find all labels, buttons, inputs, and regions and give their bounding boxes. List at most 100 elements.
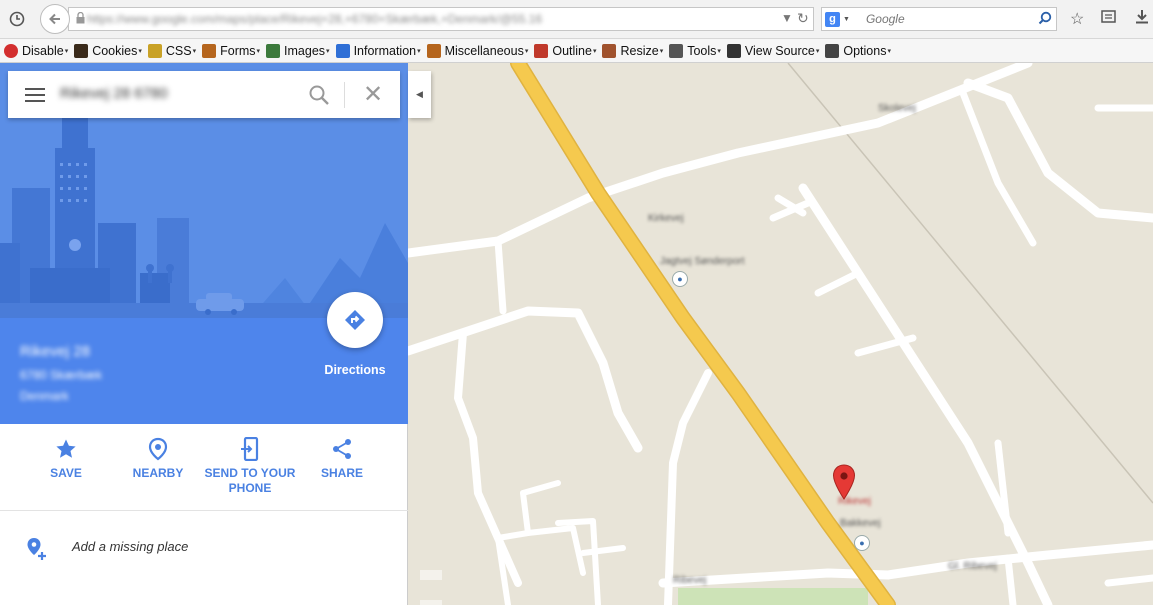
share-icon: [296, 436, 388, 462]
history-icon[interactable]: [4, 7, 30, 31]
add-place-icon: [26, 537, 48, 564]
information-icon: [335, 43, 350, 58]
options-icon: [825, 43, 840, 58]
map-canvas[interactable]: Jagtvej Sønderport Rikevej Bakkevej Skol…: [408, 63, 1153, 605]
collapse-panel-button[interactable]: ◀: [408, 71, 431, 118]
dropdown-caret-icon: ▾: [326, 47, 330, 55]
browser-nav-bar: https://www.google.com/maps/place/Rikeve…: [0, 0, 1153, 39]
toolbar-menu-forms[interactable]: Forms ▾: [202, 43, 261, 58]
dropdown-caret-icon: ▾: [524, 47, 529, 55]
back-button[interactable]: [40, 4, 70, 34]
map-label: Skolevej: [878, 103, 916, 114]
reading-list-icon[interactable]: [1101, 9, 1116, 29]
minor-roads: [408, 63, 1153, 605]
dropdown-caret-icon: ▾: [592, 47, 597, 55]
nearby-pin-icon: [112, 436, 204, 462]
disable-icon: [4, 43, 18, 58]
send-to-phone-button[interactable]: SEND TO YOUR PHONE: [204, 436, 296, 496]
toolbar-menu-resize[interactable]: Resize ▾: [602, 43, 664, 58]
miscellaneous-icon: [426, 43, 441, 58]
engine-caret-icon[interactable]: ▼: [843, 16, 850, 23]
close-icon[interactable]: ✕: [363, 80, 383, 109]
chevron-left-icon: ◀: [416, 89, 423, 99]
map-label: Gl. Ribevej: [948, 561, 997, 572]
toolbar-menu-label: Information: [353, 43, 417, 58]
dropdown-caret-icon: ▾: [256, 47, 261, 55]
toolbar-menu-outline[interactable]: Outline ▾: [534, 43, 597, 58]
dropdown-caret-icon: ▾: [887, 47, 891, 55]
address-line-2: 6780 Skærbæk: [20, 368, 103, 382]
toolbar-menu-label: View Source: [744, 43, 815, 58]
toolbar-menu-label: Resize: [620, 43, 659, 58]
map-building: [420, 600, 442, 605]
search-icon[interactable]: [308, 84, 330, 109]
toolbar-menu-label: Miscellaneous: [444, 43, 524, 58]
add-missing-place-label[interactable]: Add a missing place: [72, 539, 188, 554]
toolbar-menu-label: CSS: [165, 43, 192, 58]
place-panel: Rikevej 28 6780 ✕ ◀ Directions Rikevej 2…: [0, 63, 431, 605]
toolbar-menu-label: Forms: [220, 43, 256, 58]
directions-button[interactable]: [327, 292, 383, 348]
dropdown-caret-icon: ▾: [717, 47, 721, 55]
share-button[interactable]: SHARE: [296, 436, 388, 481]
toolbar-menu-label: Disable: [22, 43, 64, 58]
dropdown-caret-icon: ▾: [417, 47, 421, 55]
menu-icon[interactable]: [25, 88, 45, 102]
shopping-bag-icon[interactable]: ●: [672, 271, 688, 287]
url-text: https://www.google.com/maps/place/Rikeve…: [87, 12, 543, 26]
toolbar-menu-cookies[interactable]: Cookies ▾: [74, 43, 142, 58]
directions-icon: [345, 310, 365, 330]
place-search-box[interactable]: Rikevej 28 6780 ✕: [8, 71, 400, 118]
send-to-phone-label: SEND TO YOUR PHONE: [204, 466, 296, 495]
forms-icon: [202, 43, 217, 58]
toolbar-menu-tools[interactable]: Tools ▾: [669, 43, 721, 58]
send-to-phone-icon: [204, 436, 296, 462]
dropdown-caret-icon: ▾: [64, 47, 69, 55]
css-icon: [147, 43, 162, 58]
url-bar[interactable]: https://www.google.com/maps/place/Rikeve…: [68, 7, 814, 31]
toolbar-menu-label: Outline: [552, 43, 592, 58]
shopping-bag-icon[interactable]: ●: [854, 535, 870, 551]
google-engine-icon[interactable]: g: [825, 11, 840, 27]
address-line-1: Rikevej 28: [20, 343, 91, 360]
toolbar-menu-information[interactable]: Information ▾: [335, 43, 421, 58]
nearby-button[interactable]: NEARBY: [112, 436, 204, 481]
toolbar-menu-disable[interactable]: Disable ▾: [4, 43, 69, 58]
toolbar-menu-options[interactable]: Options ▾: [825, 43, 891, 58]
add-missing-place-row[interactable]: Add a missing place: [0, 511, 408, 581]
toolbar-menu-view-source[interactable]: View Source ▾: [726, 43, 820, 58]
browser-search-field[interactable]: g ▼ Google: [821, 7, 1057, 31]
share-label: SHARE: [320, 466, 363, 480]
dropdown-caret-icon: ▾: [659, 47, 664, 55]
toolbar-menu-label: Cookies: [92, 43, 138, 58]
dropdown-chevron-icon[interactable]: ▼: [781, 11, 793, 25]
toolbar-menu-miscellaneous[interactable]: Miscellaneous ▾: [426, 43, 529, 58]
reload-icon[interactable]: ↻: [797, 10, 809, 27]
dropdown-caret-icon: ▾: [138, 47, 142, 55]
download-icon[interactable]: [1135, 9, 1149, 29]
outline-icon: [534, 43, 549, 58]
map-building: [420, 570, 442, 580]
toolbar-menu-label: Images: [284, 43, 326, 58]
directions-label[interactable]: Directions: [318, 363, 392, 377]
toolbar-menu-label: Options: [843, 43, 887, 58]
bookmark-star-icon[interactable]: ☆: [1070, 9, 1084, 29]
search-placeholder: Google: [865, 12, 905, 26]
images-icon: [266, 43, 281, 58]
nearby-label: NEARBY: [132, 466, 184, 480]
view-source-icon: [726, 43, 741, 58]
toolbar-menu-css[interactable]: CSS ▾: [147, 43, 196, 58]
toolbar-menu-images[interactable]: Images ▾: [266, 43, 330, 58]
map-label: Ribevej: [673, 575, 707, 586]
map-label: Bakkevej: [840, 518, 881, 529]
search-input[interactable]: Rikevej 28 6780: [60, 85, 168, 102]
map-label: Jagtvej Sønderport: [660, 256, 745, 267]
address-line-3: Denmark: [20, 389, 69, 403]
save-button[interactable]: SAVE: [20, 436, 112, 481]
park-area: [678, 588, 868, 605]
dropdown-caret-icon: ▾: [815, 47, 820, 55]
star-icon: [20, 436, 112, 462]
tools-icon: [669, 43, 684, 58]
search-icon[interactable]: [1038, 11, 1052, 28]
search-divider: [344, 82, 345, 108]
